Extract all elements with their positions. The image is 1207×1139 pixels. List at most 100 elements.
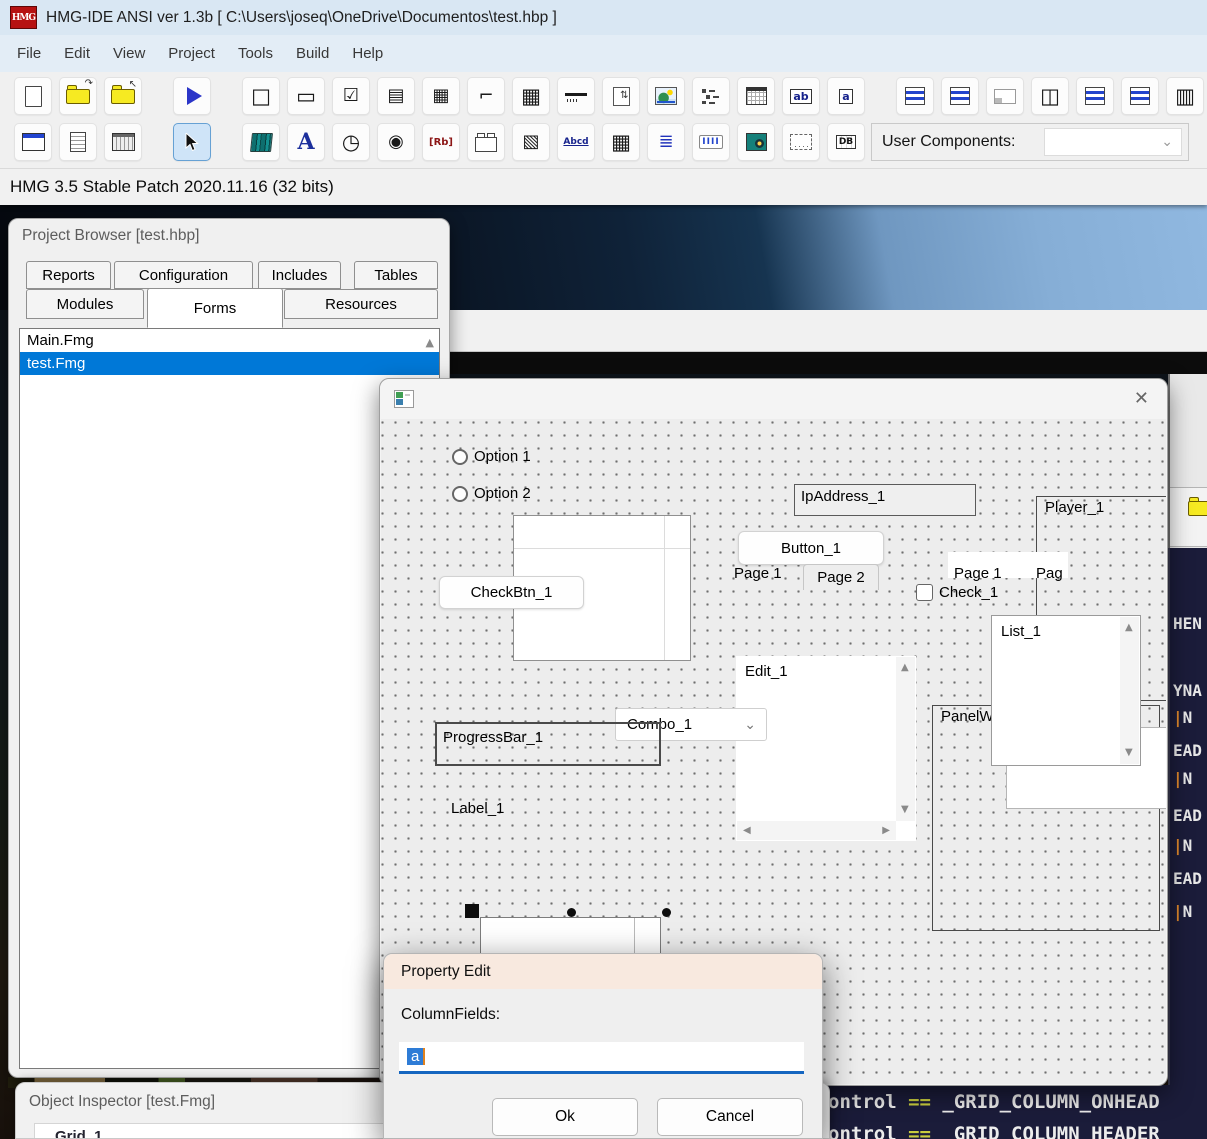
edit-vscrollbar[interactable]: ▲ ▼ — [896, 657, 915, 821]
scroll-down-icon[interactable]: ▼ — [901, 805, 909, 815]
open-project-button[interactable] — [59, 77, 97, 115]
menu-item-build[interactable]: Build — [296, 45, 329, 62]
user-components-dropdown[interactable]: ⌄ — [1044, 128, 1182, 156]
run-button[interactable] — [173, 77, 211, 115]
scroll-up-icon[interactable]: ▲ — [901, 663, 909, 673]
radio-option2[interactable] — [452, 486, 468, 502]
menu-item-help[interactable]: Help — [352, 45, 383, 62]
tree-control-button[interactable] — [692, 77, 730, 115]
scroll-left-icon[interactable]: ◀ — [743, 826, 751, 836]
selection-handle[interactable] — [465, 904, 479, 918]
scroll-up-icon[interactable]: ▲ — [1125, 623, 1133, 633]
datepicker-control-button[interactable] — [737, 77, 775, 115]
menu-item-project[interactable]: Project — [168, 45, 215, 62]
richedit-control-button[interactable]: [Rb] — [422, 123, 460, 161]
object-inspector-item[interactable]: Grid_1 — [55, 1128, 103, 1139]
selection-handle[interactable] — [567, 908, 576, 917]
progressbar-control[interactable]: ProgressBar_1 — [435, 722, 661, 766]
tab-configuration[interactable]: Configuration — [114, 261, 253, 289]
progress-indicator-button[interactable]: IIII — [692, 123, 730, 161]
frame-control-button[interactable] — [1121, 77, 1159, 115]
tabpage-strip-button[interactable] — [1076, 77, 1114, 115]
tab-resources[interactable]: Resources — [284, 289, 438, 319]
editbox-control-button[interactable]: a — [827, 77, 865, 115]
main-window-button[interactable] — [14, 123, 52, 161]
hotkeybox-control-button[interactable] — [782, 123, 820, 161]
edit-hscrollbar[interactable]: ◀ ▶ — [737, 821, 896, 840]
statusbar-control-button[interactable] — [986, 77, 1024, 115]
tree-control-icon — [702, 88, 720, 104]
selection-handle[interactable] — [662, 908, 671, 917]
tab-control-button[interactable] — [557, 77, 595, 115]
listbox-control-button[interactable]: ▤ — [377, 77, 415, 115]
new-project-button[interactable] — [104, 77, 142, 115]
browse-columns-button[interactable]: ▥ — [1166, 77, 1204, 115]
animate-control-button[interactable]: ▧ — [512, 123, 550, 161]
monthcalendar-control-button[interactable]: ▦ — [602, 123, 640, 161]
check1-checkbox[interactable] — [916, 584, 933, 601]
dialog-titlebar: Property Edit — [384, 954, 822, 989]
tab-includes[interactable]: Includes — [258, 261, 341, 289]
tab2-page2[interactable]: Pag — [1036, 565, 1063, 582]
progressbar-control-button[interactable] — [941, 77, 979, 115]
button1-control[interactable]: Button_1 — [738, 531, 884, 565]
radio-option1[interactable] — [452, 449, 468, 465]
font-button[interactable]: A — [287, 123, 325, 161]
line-control-button[interactable]: ⌐ — [467, 77, 505, 115]
edit-control[interactable]: Edit_1 ▲ ▼ ◀ ▶ — [736, 656, 916, 841]
checklabel-control-button[interactable]: ≣ — [647, 123, 685, 161]
library-icon — [250, 133, 273, 152]
label-control-button[interactable]: Abcd — [557, 123, 595, 161]
tab-modules[interactable]: Modules — [26, 289, 144, 319]
grid-control-button[interactable]: ▦ — [512, 77, 550, 115]
image-control-button[interactable] — [647, 77, 685, 115]
cancel-button[interactable]: Cancel — [657, 1098, 803, 1136]
scroll-right-icon[interactable]: ▶ — [882, 826, 890, 836]
tab-tables[interactable]: Tables — [354, 261, 438, 289]
code-editor-strip[interactable]: HENYNA|NEAD|NEAD|NEAD|N — [1168, 548, 1207, 1139]
radiogroup-control-button[interactable]: ◉ — [377, 123, 415, 161]
menu-item-view[interactable]: View — [113, 45, 145, 62]
list-item-test.fmg[interactable]: test.Fmg — [20, 352, 439, 375]
code-fragment: |N — [1173, 836, 1192, 855]
checkbox-control-button[interactable]: ☑ — [332, 77, 370, 115]
dbgrid-control-button[interactable]: DB — [827, 123, 865, 161]
new-file-button[interactable] — [14, 77, 52, 115]
tab-forms[interactable]: Forms — [147, 288, 283, 328]
textbox-control-button[interactable]: ab — [782, 77, 820, 115]
scroll-down-icon[interactable]: ▼ — [1125, 748, 1133, 758]
label-control[interactable]: Label_1 — [451, 800, 504, 817]
tab-reports[interactable]: Reports — [26, 261, 111, 289]
menu-item-edit[interactable]: Edit — [64, 45, 90, 62]
tabpage-control-button[interactable] — [467, 123, 505, 161]
checkbtn-control[interactable]: CheckBtn_1 — [439, 576, 584, 609]
tab1-page2[interactable]: Page 2 — [803, 564, 879, 590]
list-scrollbar[interactable]: ▲ ▼ — [1120, 617, 1139, 764]
splitbox-control-button[interactable]: ◫ — [1031, 77, 1069, 115]
columnfields-input[interactable]: a — [399, 1042, 804, 1074]
user-components-label: User Components: — [882, 133, 1015, 151]
ipaddress-control[interactable]: IpAddress_1 — [794, 484, 976, 516]
ok-button[interactable]: Ok — [492, 1098, 638, 1136]
menu-item-file[interactable]: File — [17, 45, 41, 62]
tab1-page1[interactable]: Page 1 — [734, 565, 782, 582]
slider-control-button[interactable] — [896, 77, 934, 115]
tab2-page1[interactable]: Page 1 — [954, 565, 1002, 582]
spinner-control-button[interactable] — [602, 77, 640, 115]
browse-control-button[interactable]: ▦ — [422, 77, 460, 115]
list-item-main.fmg[interactable]: Main.Fmg — [20, 329, 439, 352]
menu-item-tools[interactable]: Tools — [238, 45, 273, 62]
form-button[interactable] — [104, 123, 142, 161]
panel-control-button[interactable]: ▭ — [287, 77, 325, 115]
list-control[interactable]: List_1 ▲ ▼ — [991, 615, 1141, 766]
scroll-up-icon[interactable]: ▲ — [426, 336, 434, 349]
timer-button[interactable]: ◷ — [332, 123, 370, 161]
select-pointer-button[interactable] — [173, 123, 211, 161]
library-button[interactable] — [242, 123, 280, 161]
close-icon[interactable]: ✕ — [1134, 388, 1149, 409]
listbox-control-icon: ▤ — [387, 87, 404, 105]
window-control-button[interactable]: □ — [242, 77, 280, 115]
report-button[interactable] — [59, 123, 97, 161]
mediaplayer-control-button[interactable] — [737, 123, 775, 161]
code-editor-bottom[interactable]: ontrol == _GRID_COLUMN_ONHEADontrol == _… — [826, 1085, 1207, 1139]
